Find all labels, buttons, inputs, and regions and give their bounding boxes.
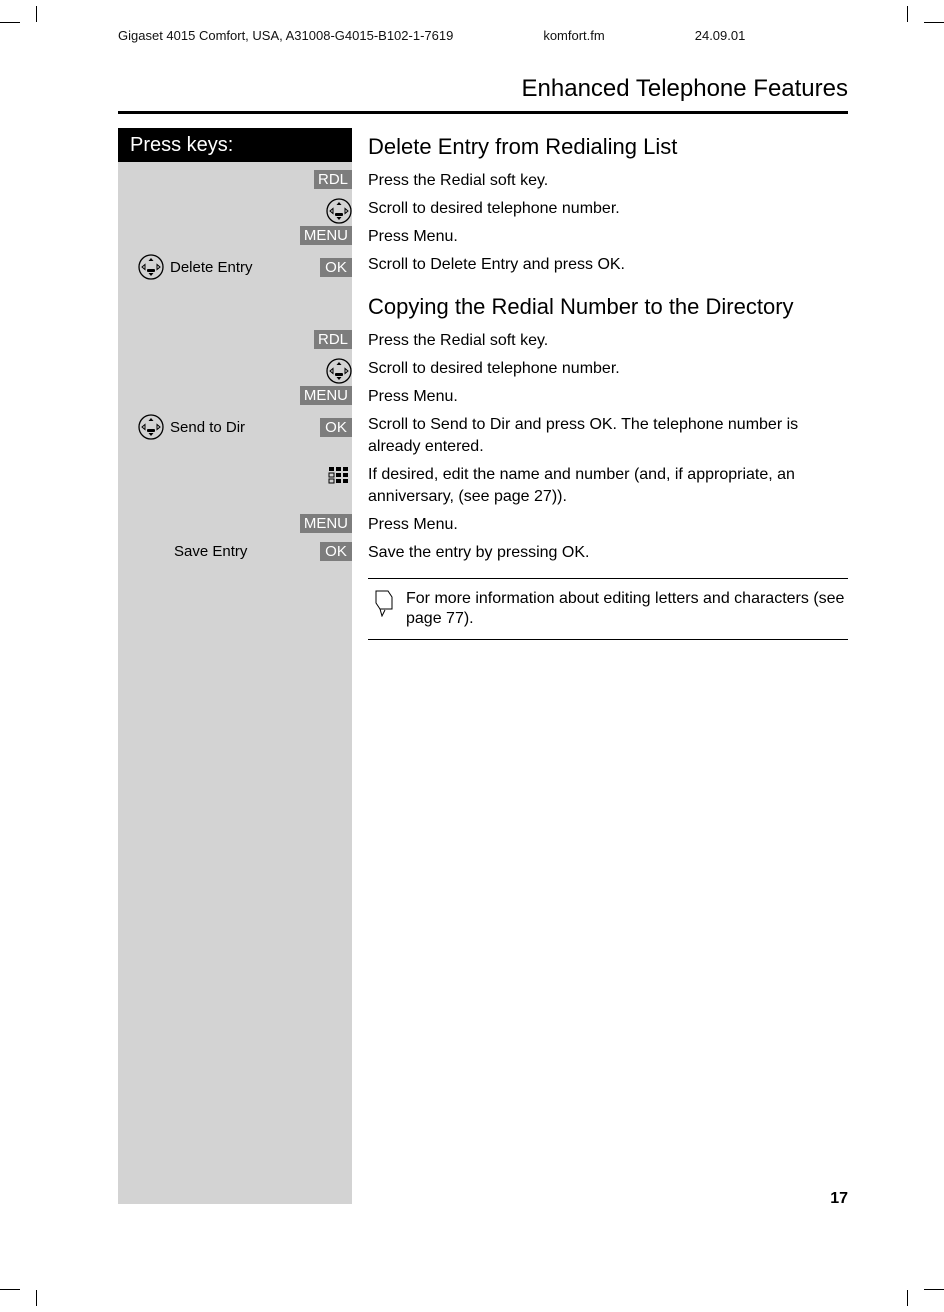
instruction-text: Press the Redial soft key. — [368, 170, 548, 192]
ok-softkey: OK — [320, 258, 352, 277]
ok-softkey: OK — [320, 542, 352, 561]
instruction-text: If desired, edit the name and number (an… — [368, 464, 848, 508]
menu-item-send-to-dir: Send to Dir — [170, 419, 314, 436]
menu-softkey: MENU — [300, 386, 352, 405]
menu-item-save-entry: Save Entry — [174, 543, 314, 560]
instruction-text: Scroll to Delete Entry and press OK. — [368, 254, 625, 276]
page-meta: Gigaset 4015 Comfort, USA, A31008-G4015-… — [118, 28, 848, 43]
menu-item-delete-entry: Delete Entry — [170, 259, 314, 276]
instruction-text: Scroll to desired telephone number. — [368, 358, 620, 380]
press-keys-header: Press keys: — [118, 128, 352, 162]
rdl-softkey: RDL — [314, 330, 352, 349]
meta-date: 24.09.01 — [695, 28, 746, 43]
dpad-icon — [326, 358, 352, 384]
info-note: For more information about editing lette… — [368, 578, 848, 640]
instruction-text: Press Menu. — [368, 386, 458, 408]
menu-softkey: MENU — [300, 226, 352, 245]
instruction-text: Press the Redial soft key. — [368, 330, 548, 352]
document-page: Gigaset 4015 Comfort, USA, A31008-G4015-… — [0, 0, 944, 1312]
dpad-icon — [138, 414, 164, 440]
dpad-icon — [138, 254, 164, 280]
keypad-icon — [326, 464, 352, 490]
section-rule — [118, 111, 848, 114]
instruction-text: Save the entry by pressing OK. — [368, 542, 589, 564]
instruction-text: Scroll to desired telephone number. — [368, 198, 620, 220]
section-title: Enhanced Telephone Features — [118, 75, 848, 103]
instruction-text: Press Menu. — [368, 514, 458, 536]
heading-delete-entry: Delete Entry from Redialing List — [368, 134, 848, 160]
page-number: 17 — [830, 1190, 848, 1208]
instruction-text: Scroll to Send to Dir and press OK. The … — [368, 414, 848, 458]
heading-copy-redial: Copying the Redial Number to the Directo… — [368, 294, 848, 320]
meta-product: Gigaset 4015 Comfort, USA, A31008-G4015-… — [118, 28, 453, 43]
instruction-text: Press Menu. — [368, 226, 458, 248]
rdl-softkey: RDL — [314, 170, 352, 189]
note-text: For more information about editing lette… — [406, 589, 846, 629]
press-keys-column: Press keys: — [118, 128, 352, 1204]
menu-softkey: MENU — [300, 514, 352, 533]
dpad-icon — [326, 198, 352, 224]
ok-softkey: OK — [320, 418, 352, 437]
meta-file: komfort.fm — [543, 28, 604, 43]
note-icon — [372, 589, 396, 617]
instructions-column: Delete Entry from Redialing List RDL Pre… — [368, 128, 848, 1204]
